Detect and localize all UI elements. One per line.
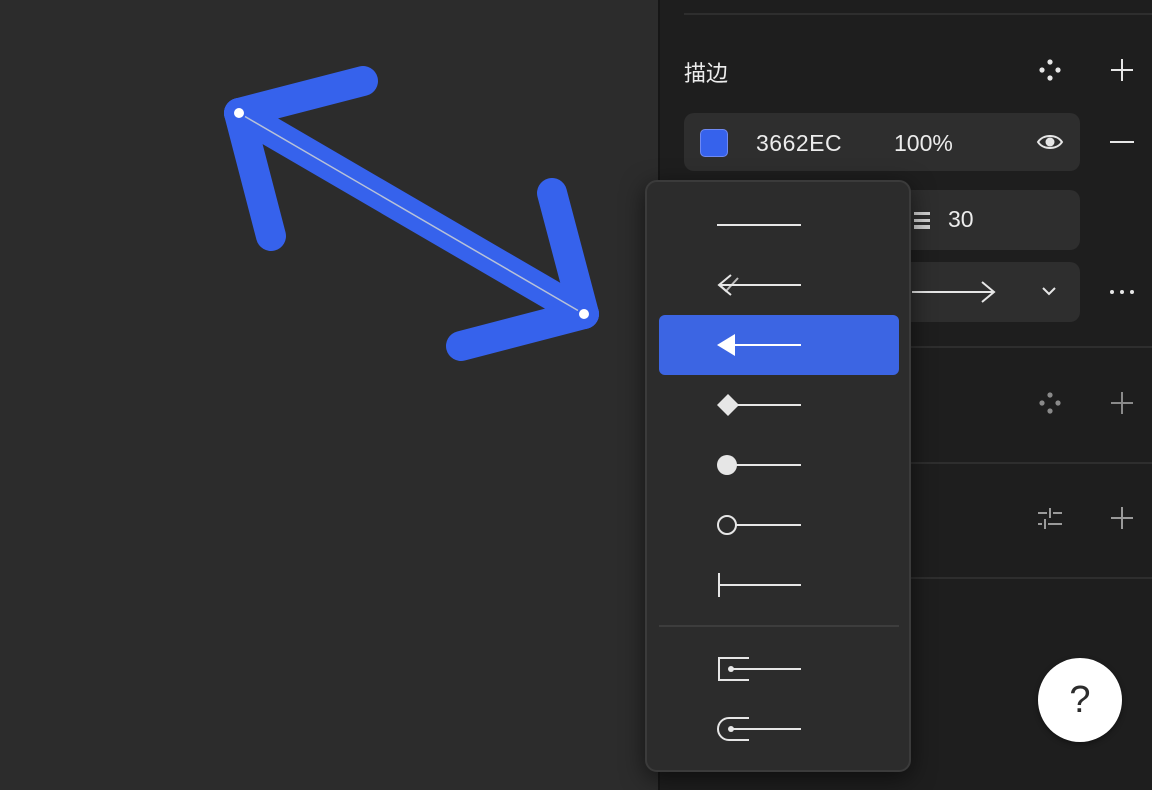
stroke-opacity-value[interactable]: 100% <box>894 130 953 157</box>
stroke-color-swatch[interactable] <box>700 129 728 157</box>
square-cap-icon <box>718 657 801 681</box>
menu-item-open-circle[interactable] <box>659 495 899 555</box>
end-arrow-preview-icon <box>912 281 996 303</box>
menu-item-filled-circle[interactable] <box>659 435 899 495</box>
more-options-icon[interactable] <box>1104 274 1140 310</box>
adjust-sliders-icon[interactable] <box>1032 500 1068 536</box>
stroke-section-title: 描边 <box>684 62 729 87</box>
chevron-down-icon <box>1042 287 1056 296</box>
bar-end-icon <box>718 573 801 597</box>
start-point-handle[interactable] <box>232 106 246 120</box>
round-cap-icon <box>717 717 801 741</box>
add-stroke-icon[interactable] <box>1104 52 1140 88</box>
end-point-handle[interactable] <box>577 307 591 321</box>
double-arrow-shape[interactable] <box>0 0 658 790</box>
path-center-line <box>238 112 585 315</box>
menu-item-square-cap[interactable] <box>659 639 899 699</box>
stroke-weight-value[interactable]: 30 <box>948 206 974 233</box>
line-arrow-icon <box>717 274 801 296</box>
stroke-color-row[interactable]: 3662EC 100% <box>684 113 1080 171</box>
help-button[interactable]: ? <box>1038 658 1122 742</box>
menu-divider <box>659 625 899 627</box>
menu-item-line-arrow[interactable] <box>659 255 899 315</box>
menu-item-bar-end[interactable] <box>659 555 899 615</box>
menu-item-none[interactable] <box>659 195 899 255</box>
remove-stroke-icon[interactable] <box>1104 124 1140 160</box>
add-export-icon[interactable] <box>1104 500 1140 536</box>
stroke-hex-value[interactable]: 3662EC <box>756 130 842 157</box>
stroke-weight-icon <box>914 210 930 235</box>
add-effect-icon[interactable] <box>1104 385 1140 421</box>
eye-icon[interactable] <box>1032 124 1068 160</box>
menu-item-triangle-arrow[interactable] <box>659 315 899 375</box>
open-circle-icon <box>717 515 801 535</box>
diamond-icon <box>717 394 801 416</box>
triangle-arrow-icon <box>717 334 801 356</box>
line-none-icon <box>717 224 801 226</box>
divider <box>684 13 1152 15</box>
menu-item-round-cap[interactable] <box>659 699 899 759</box>
arrow-end-dropdown <box>645 180 911 772</box>
styles-icon[interactable] <box>1032 52 1068 88</box>
filled-circle-icon <box>717 455 801 475</box>
menu-item-diamond[interactable] <box>659 375 899 435</box>
effects-styles-icon[interactable] <box>1032 385 1068 421</box>
canvas[interactable] <box>0 0 658 790</box>
